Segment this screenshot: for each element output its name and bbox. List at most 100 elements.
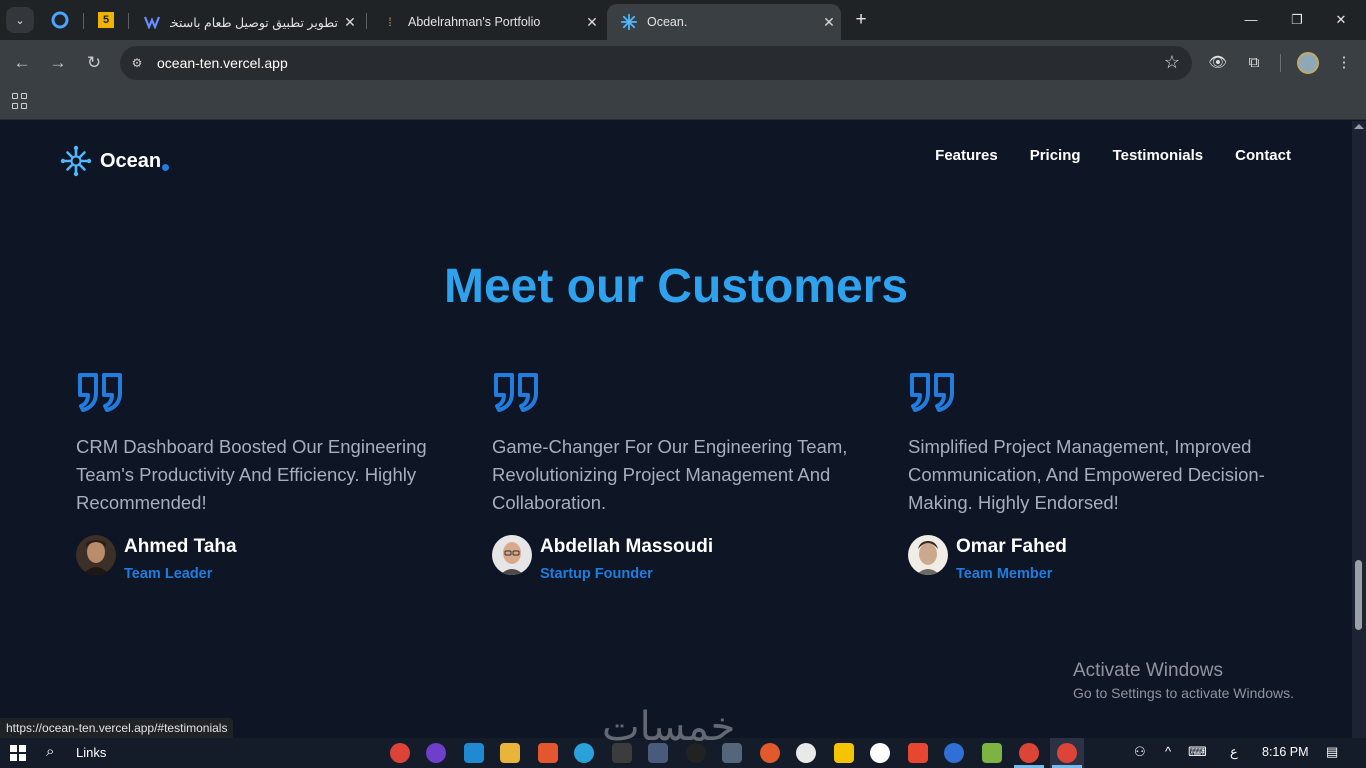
eye-extension-icon[interactable]: 👁 [1207,52,1229,74]
quote-icon [78,373,122,412]
tab-close-icon[interactable]: ✕ [580,14,604,31]
notification-center-icon[interactable]: ▤ [1326,744,1338,760]
site-info-icon[interactable]: ⚙ [128,54,146,72]
forward-button[interactable]: → [45,50,71,76]
author-name: Ahmed Taha [124,536,237,557]
bookmarks-bar [0,86,1366,120]
freelance-icon [144,14,160,30]
tab-title: Ocean. [647,15,688,29]
avatar [76,535,116,575]
author-name: Abdellah Massoudi [540,536,714,557]
five-app-icon: 5 [98,12,114,28]
new-tab-button[interactable]: + [850,8,872,32]
people-icon[interactable]: ⚇ [1134,744,1146,760]
circle-app-icon [51,11,69,29]
author-role: Team Leader [124,566,213,582]
file-explorer-taskbar-icon[interactable] [500,743,520,763]
site-nav: Features Pricing Testimonials Contact [935,147,1291,164]
restore-button[interactable]: ❐ [1282,8,1312,32]
taskbar-clock[interactable]: 8:16 PM [1262,745,1309,759]
tab-freelance[interactable]: تطوير تطبيق توصيل طعام باستخد ✕ [130,4,362,40]
tab-close-icon[interactable]: ✕ [338,14,362,31]
author-role: Team Member [956,566,1053,582]
address-url[interactable]: ocean-ten.vercel.app [157,55,288,71]
figma-taskbar-icon[interactable] [538,743,558,763]
overlay-watermark: خمسات [602,704,736,750]
testimonial-text: Simplified Project Management, Improved … [908,436,1265,513]
testimonial-author: Ahmed Taha Team Leader [76,535,456,582]
testimonial-card: Game-Changer For Our Engineering Team, R… [492,371,872,582]
apps-grid-icon[interactable] [12,93,28,109]
testimonial-text: Game-Changer For Our Engineering Team, R… [492,436,848,513]
author-role: Startup Founder [540,566,653,582]
nav-pricing[interactable]: Pricing [1030,147,1081,164]
app-taskbar-icon[interactable] [982,743,1002,763]
reload-button[interactable]: ↻ [81,50,107,76]
activation-subtitle: Go to Settings to activate Windows. [1073,685,1294,701]
testimonial-card: Simplified Project Management, Improved … [908,371,1288,582]
quote-icon [910,373,954,412]
tab-divider [366,13,367,29]
tab-close-icon[interactable]: ✕ [817,14,841,31]
close-window-button[interactable]: ✕ [1326,8,1356,32]
author-name: Omar Fahed [956,536,1067,557]
browser-toolbar: ← → ↻ ⚙ ocean-ten.vercel.app ☆ 👁 ⧉ ⋮ [0,40,1366,86]
browser-tab-strip: ⌄ 5 تطوير تطبيق توصيل طعام باستخد ✕ ⁞ Ab… [0,0,1366,40]
pinned-tab-2[interactable]: 5 [95,9,117,31]
tray-chevron-up-icon[interactable]: ^ [1165,744,1171,759]
keyboard-icon[interactable]: ⌨ [1188,744,1207,760]
vscode-taskbar-icon[interactable] [464,743,484,763]
extensions-puzzle-icon[interactable]: ⧉ [1243,52,1265,74]
chrome-taskbar-icon[interactable] [1019,743,1039,763]
app-taskbar-icon[interactable] [760,743,780,763]
ocean-logo-icon [621,14,637,30]
testimonial-text: CRM Dashboard Boosted Our Engineering Te… [76,436,427,513]
app-taskbar-icon[interactable] [870,743,890,763]
testimonial-author: Abdellah Massoudi Startup Founder [492,535,872,582]
activation-title: Activate Windows [1073,660,1223,681]
minimize-button[interactable]: — [1236,8,1266,32]
pinned-tab-1[interactable] [49,9,71,31]
activate-windows-watermark: Activate Windows Go to Settings to activ… [1073,660,1294,701]
nav-features[interactable]: Features [935,147,998,164]
tab-title: تطوير تطبيق توصيل طعام باستخد [170,15,338,30]
quote-icon [494,373,538,412]
sticky-notes-taskbar-icon[interactable] [834,743,854,763]
address-bar[interactable]: ⚙ ocean-ten.vercel.app ☆ [120,46,1192,80]
github-taskbar-icon[interactable] [426,743,446,763]
tab-title: Abdelrahman's Portfolio [408,15,541,29]
link-status-bubble: https://ocean-ten.vercel.app/#testimonia… [0,718,234,738]
chrome-taskbar-icon[interactable] [1057,743,1077,763]
taskbar-search-icon[interactable]: ⌕ [46,743,54,760]
tab-ocean[interactable]: Ocean. ✕ [607,4,841,40]
web-page: Ocean Features Pricing Testimonials Cont… [0,121,1352,738]
nav-testimonials[interactable]: Testimonials [1113,147,1204,164]
tab-divider [128,13,129,29]
kebab-menu-icon[interactable]: ⋮ [1333,52,1355,74]
page-scrollbar[interactable] [1352,121,1366,738]
app-taskbar-icon[interactable] [944,743,964,763]
portfolio-icon: ⁞ [388,15,392,29]
brand-name: Ocean [100,149,162,172]
git-taskbar-icon[interactable] [908,743,928,763]
tab-portfolio[interactable]: ⁞ Abdelrahman's Portfolio ✕ [368,4,604,40]
profile-avatar[interactable] [1297,52,1319,74]
brand-dot [162,163,170,171]
toolbar-divider [1280,54,1281,72]
windows-start-icon[interactable] [10,745,26,761]
scroll-up-arrow-icon[interactable] [1354,124,1364,129]
tab-divider [83,13,84,29]
scrollbar-thumb[interactable] [1355,560,1362,630]
input-language[interactable]: ع [1230,744,1238,760]
back-button[interactable]: ← [9,50,35,76]
avatar [908,535,948,575]
ocean-logo-icon [60,145,92,177]
site-logo[interactable]: Ocean [60,145,170,177]
chrome-taskbar-icon[interactable] [390,743,410,763]
taskbar-search-label[interactable]: Links [76,745,106,760]
tab-search-button[interactable]: ⌄ [6,7,34,33]
alarm-taskbar-icon[interactable] [796,743,816,763]
bookmark-star-icon[interactable]: ☆ [1164,52,1180,73]
telegram-taskbar-icon[interactable] [574,743,594,763]
nav-contact[interactable]: Contact [1235,147,1291,164]
